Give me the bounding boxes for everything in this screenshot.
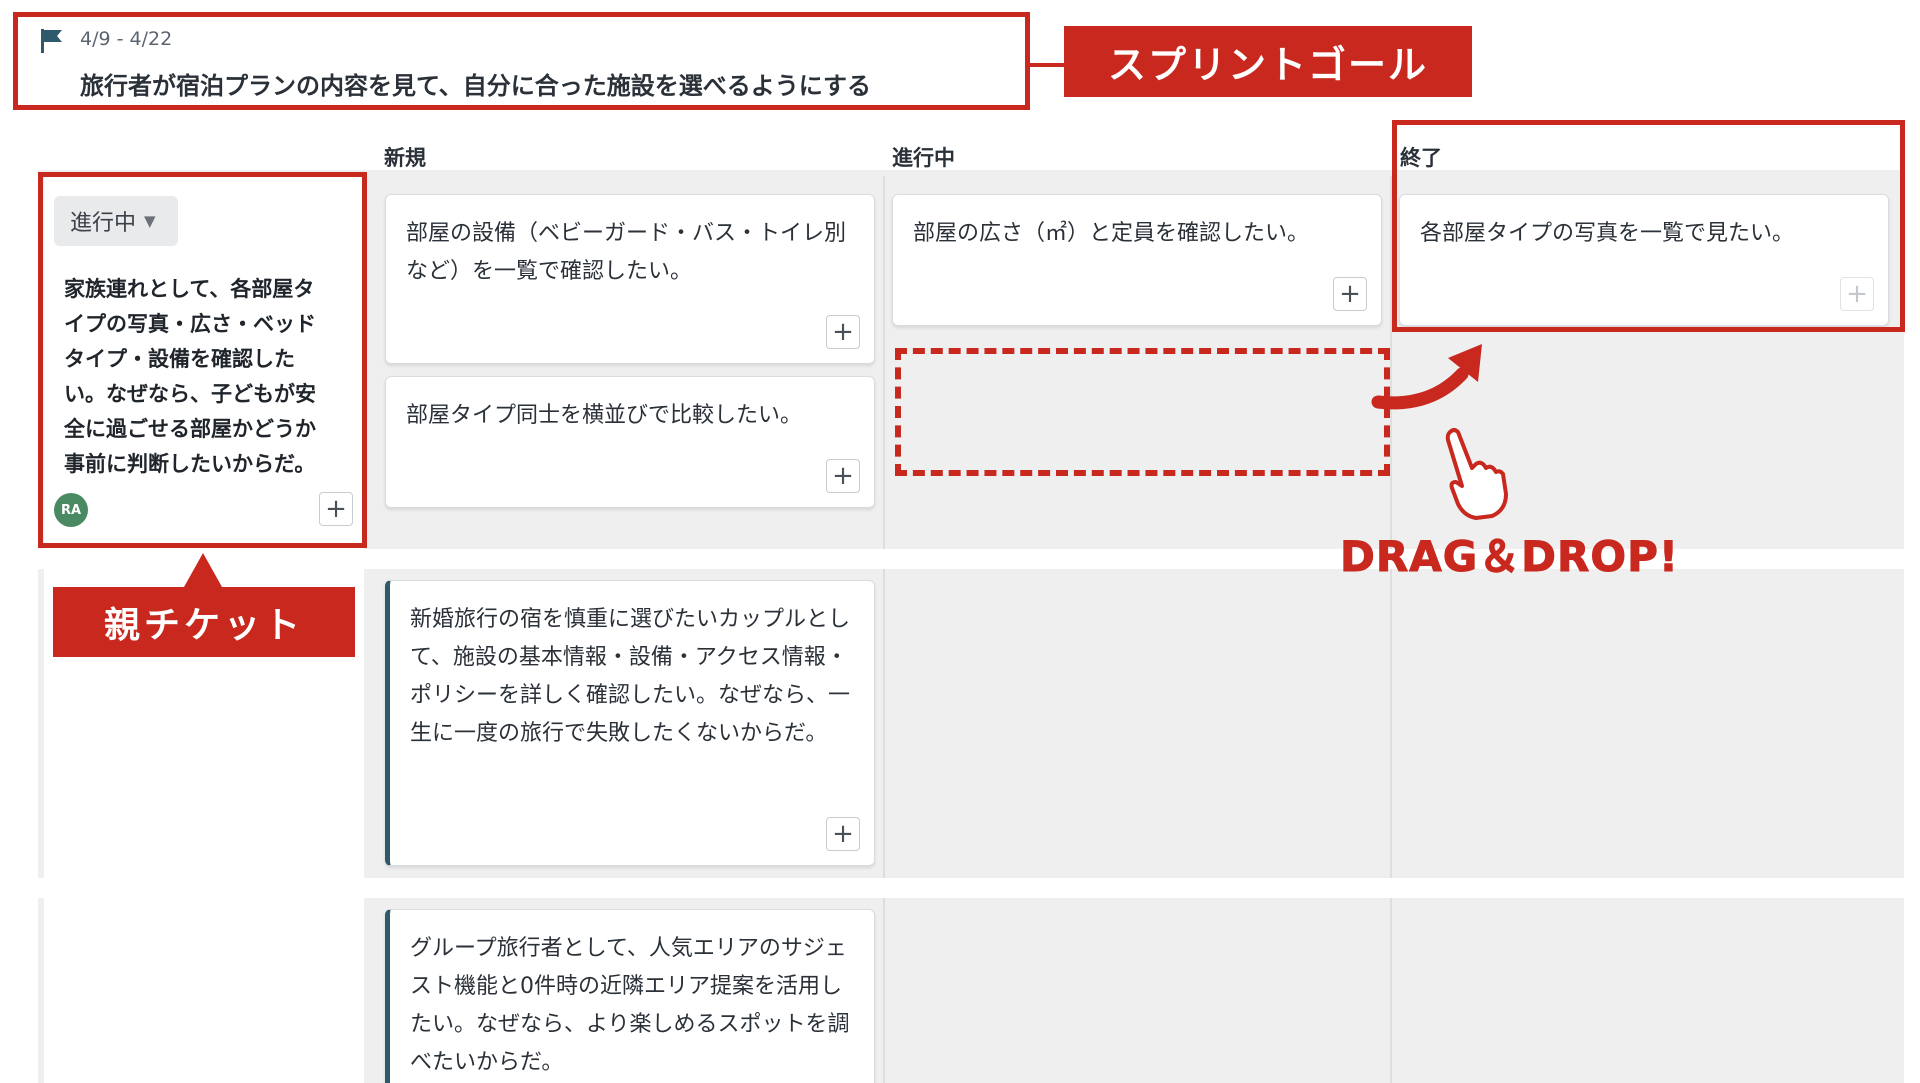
drop-placeholder[interactable] (895, 348, 1390, 476)
task-card[interactable]: 部屋の設備（ベビーガード・バス・トイレ別など）を一覧で確認したい。 + (385, 194, 875, 364)
column-divider (1390, 898, 1392, 1083)
sprint-goal-callout: スプリントゴール (1064, 26, 1472, 97)
task-card[interactable]: グループ旅行者として、人気エリアのサジェスト機能と0件時の近隣エリア提案を活用し… (385, 909, 875, 1083)
card-text: 部屋の設備（ベビーガード・バス・トイレ別など）を一覧で確認したい。 (406, 221, 847, 284)
done-card-highlight (1392, 120, 1905, 332)
add-button[interactable]: + (826, 459, 860, 493)
add-button[interactable]: + (1333, 277, 1367, 311)
curved-arrow-icon (1371, 344, 1482, 410)
add-button[interactable]: + (826, 315, 860, 349)
swimlane-separator (38, 878, 1904, 898)
card-text: 部屋の広さ（㎡）と定員を確認したい。 (913, 221, 1310, 246)
column-divider (1390, 569, 1392, 878)
column-divider (883, 898, 885, 1083)
parent-ticket-highlight (38, 172, 367, 548)
callout-connector (1030, 63, 1064, 67)
sprint-goal-text: 旅行者が宿泊プランの内容を見て、自分に合った施設を選べるようにする (80, 72, 872, 100)
add-button[interactable]: + (826, 817, 860, 851)
task-card[interactable]: 新婚旅行の宿を慎重に選びたいカップルとして、施設の基本情報・設備・アクセス情報・… (385, 580, 875, 866)
parent-label-pointer (184, 553, 222, 587)
column-header-new: 新規 (384, 146, 426, 170)
card-text: 部屋タイプ同士を横並びで比較したい。 (406, 403, 803, 428)
drag-drop-annotation: DRAG＆DROP! (1339, 532, 1680, 582)
task-card[interactable]: 部屋タイプ同士を横並びで比較したい。 + (385, 376, 875, 508)
pointing-hand-icon (1445, 428, 1508, 520)
flag-icon (41, 29, 62, 53)
parent-cell (44, 898, 364, 1083)
sprint-date-range: 4/9 - 4/22 (80, 28, 173, 50)
column-divider (883, 176, 885, 549)
parent-ticket-label: 親チケット (53, 587, 355, 657)
card-text: 新婚旅行の宿を慎重に選びたいカップルとして、施設の基本情報・設備・アクセス情報・… (410, 607, 851, 746)
card-text: グループ旅行者として、人気エリアのサジェスト機能と0件時の近隣エリア提案を活用し… (410, 936, 850, 1075)
task-card[interactable]: 部屋の広さ（㎡）と定員を確認したい。 + (892, 194, 1382, 326)
column-divider (883, 569, 885, 878)
column-header-in-progress: 進行中 (892, 146, 955, 170)
